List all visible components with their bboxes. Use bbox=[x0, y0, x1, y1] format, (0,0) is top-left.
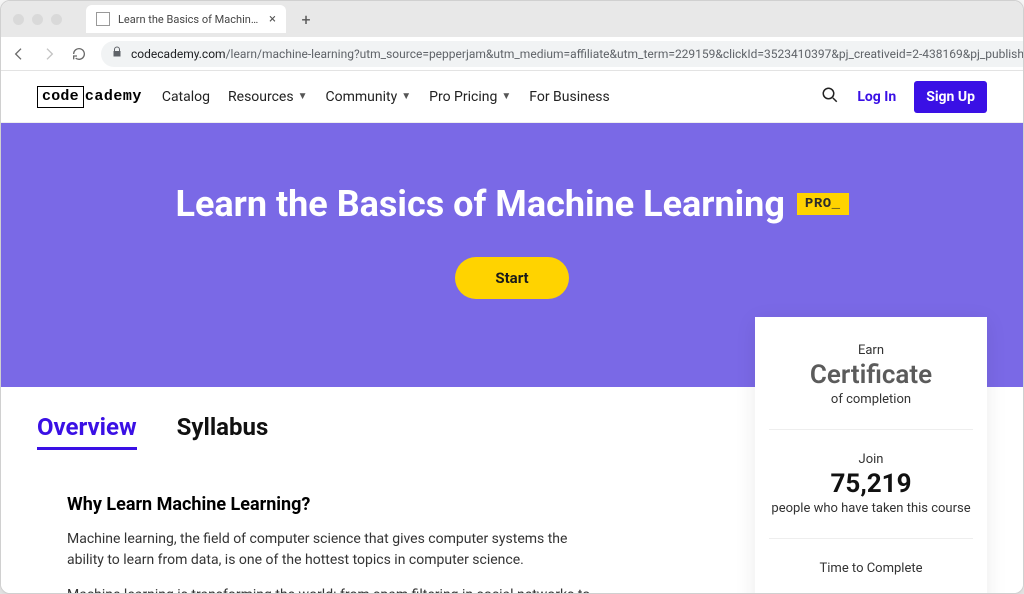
browser-toolbar: codecademy.com/learn/machine-learning?ut… bbox=[1, 37, 1023, 71]
nav-pro-pricing[interactable]: Pro Pricing▼ bbox=[429, 89, 511, 105]
nav-right: Log In Sign Up bbox=[821, 81, 987, 113]
tab-favicon bbox=[96, 12, 110, 26]
logo-rest: cademy bbox=[85, 88, 142, 105]
tab-syllabus[interactable]: Syllabus bbox=[177, 413, 269, 450]
nav-community[interactable]: Community▼ bbox=[326, 89, 412, 105]
content: Overview Syllabus Why Learn Machine Lear… bbox=[1, 387, 1023, 594]
join-label: Join bbox=[769, 452, 973, 467]
login-link[interactable]: Log In bbox=[857, 89, 896, 105]
lock-icon bbox=[111, 46, 123, 61]
chevron-down-icon: ▼ bbox=[501, 91, 511, 102]
window-controls bbox=[13, 14, 62, 25]
reload-icon[interactable] bbox=[71, 46, 87, 62]
time-label: Time to Complete bbox=[769, 561, 973, 576]
chevron-down-icon: ▼ bbox=[298, 91, 308, 102]
logo-boxed: code bbox=[37, 86, 84, 108]
address-bar[interactable]: codecademy.com/learn/machine-learning?ut… bbox=[101, 41, 1024, 67]
join-sub: people who have taken this course bbox=[769, 501, 973, 516]
hero-title: Learn the Basics of Machine Learning bbox=[175, 183, 784, 225]
nav-items: Catalog Resources▼ Community▼ Pro Pricin… bbox=[162, 89, 610, 105]
browser-tab-bar: Learn the Basics of Machine Le × + bbox=[1, 1, 1023, 37]
browser-tab[interactable]: Learn the Basics of Machine Le × bbox=[86, 5, 286, 33]
nav-catalog[interactable]: Catalog bbox=[162, 89, 210, 105]
back-icon[interactable] bbox=[11, 46, 27, 62]
section-heading: Why Learn Machine Learning? bbox=[67, 494, 607, 515]
traffic-light-close[interactable] bbox=[13, 14, 24, 25]
sidebar-earn: Earn Certificate of completion bbox=[769, 339, 973, 430]
overview-section: Why Learn Machine Learning? Machine lear… bbox=[67, 494, 607, 594]
nav-resources[interactable]: Resources▼ bbox=[228, 89, 307, 105]
nav-for-business[interactable]: For Business bbox=[529, 89, 609, 105]
section-paragraph: Machine learning is transforming the wor… bbox=[67, 585, 607, 594]
tab-title: Learn the Basics of Machine Le bbox=[118, 13, 261, 26]
start-button[interactable]: Start bbox=[455, 257, 568, 299]
hero-title-row: Learn the Basics of Machine Learning PRO… bbox=[175, 183, 848, 225]
section-paragraph: Machine learning, the field of computer … bbox=[67, 529, 607, 571]
earn-value: Certificate bbox=[769, 360, 973, 390]
pro-badge: PRO_ bbox=[797, 193, 849, 215]
tab-overview[interactable]: Overview bbox=[37, 413, 137, 450]
sidebar-time: Time to Complete bbox=[769, 557, 973, 594]
course-sidebar: Earn Certificate of completion Join 75,2… bbox=[755, 317, 987, 594]
join-count: 75,219 bbox=[769, 469, 973, 499]
chevron-down-icon: ▼ bbox=[401, 91, 411, 102]
site-nav: codecademy Catalog Resources▼ Community▼… bbox=[1, 71, 1023, 123]
browser-window: Learn the Basics of Machine Le × + codec… bbox=[0, 0, 1024, 594]
url-text: codecademy.com/learn/machine-learning?ut… bbox=[131, 47, 1024, 61]
new-tab-button[interactable]: + bbox=[294, 7, 318, 31]
earn-label: Earn bbox=[769, 343, 973, 358]
signup-button[interactable]: Sign Up bbox=[914, 81, 987, 113]
forward-icon[interactable] bbox=[41, 46, 57, 62]
sidebar-join: Join 75,219 people who have taken this c… bbox=[769, 448, 973, 539]
close-icon[interactable]: × bbox=[269, 12, 276, 27]
search-icon[interactable] bbox=[821, 86, 839, 108]
page: codecademy Catalog Resources▼ Community▼… bbox=[1, 71, 1023, 594]
traffic-light-minimize[interactable] bbox=[32, 14, 43, 25]
earn-sub: of completion bbox=[769, 392, 973, 407]
logo[interactable]: codecademy bbox=[37, 86, 142, 108]
traffic-light-zoom[interactable] bbox=[51, 14, 62, 25]
